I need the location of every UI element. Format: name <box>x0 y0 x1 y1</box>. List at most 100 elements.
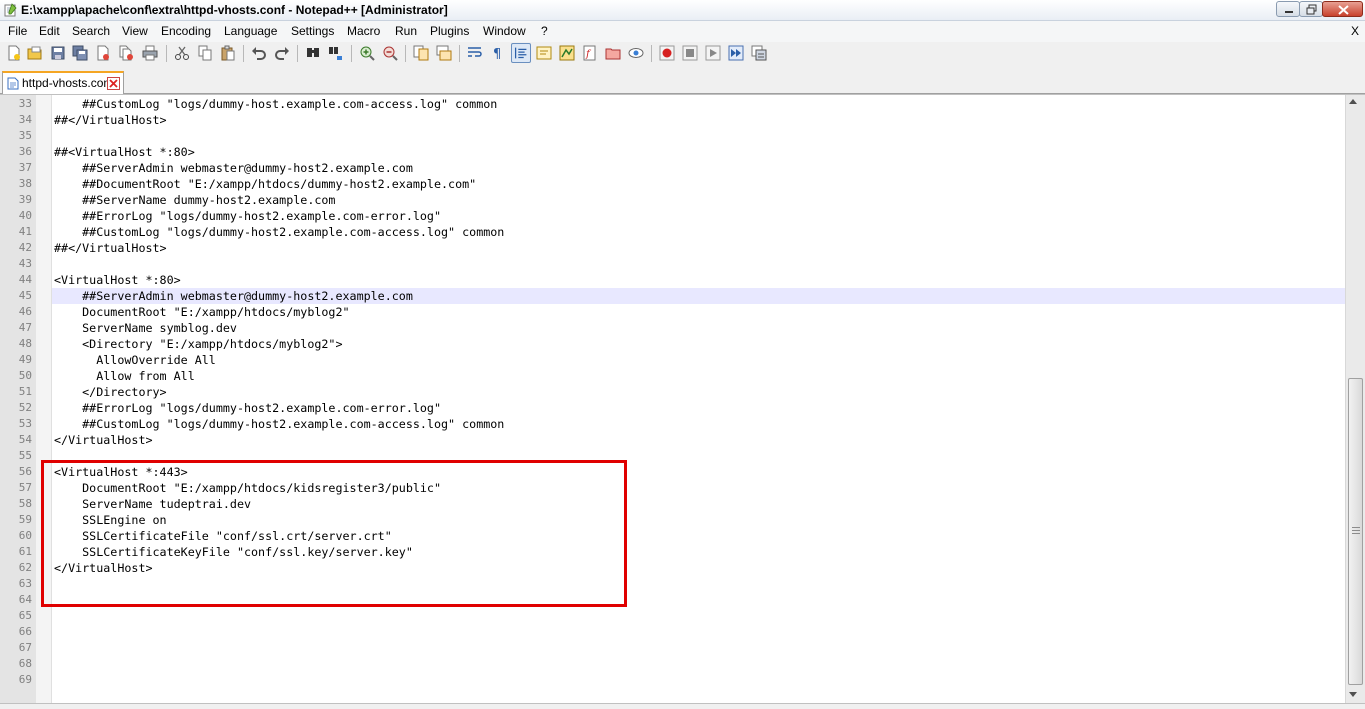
indent-guide-icon[interactable] <box>511 43 531 63</box>
line-number: 38 <box>18 177 32 190</box>
code-line[interactable]: ##ServerAdmin webmaster@dummy-host2.exam… <box>54 160 413 176</box>
code-line[interactable]: <VirtualHost *:80> <box>54 272 181 288</box>
line-number: 64 <box>18 593 32 606</box>
document-map-icon[interactable] <box>559 45 575 61</box>
show-all-characters-icon[interactable]: ¶ <box>490 45 506 61</box>
replace-icon[interactable] <box>328 45 344 61</box>
folder-as-workspace-icon[interactable] <box>605 45 621 61</box>
run-macro-multiple-icon[interactable] <box>728 45 744 61</box>
code-line[interactable]: ##ErrorLog "logs/dummy-host2.example.com… <box>54 400 441 416</box>
tab-label: httpd-vhosts.conf <box>22 76 114 90</box>
line-number: 67 <box>18 641 32 654</box>
print-icon[interactable] <box>142 45 158 61</box>
title-bar: E:\xampp\apache\conf\extra\httpd-vhosts.… <box>0 0 1365 21</box>
line-number: 66 <box>18 625 32 638</box>
function-list-icon[interactable]: f <box>582 45 598 61</box>
code-line[interactable]: ##</VirtualHost> <box>54 240 167 256</box>
close-all-icon[interactable] <box>118 45 134 61</box>
code-line[interactable]: </Directory> <box>54 384 166 400</box>
menu-edit[interactable]: Edit <box>39 24 60 38</box>
stop-recording-icon[interactable] <box>682 45 698 61</box>
vertical-scrollbar[interactable] <box>1345 95 1365 704</box>
monitoring-icon[interactable] <box>628 45 644 61</box>
close-window-button[interactable] <box>1322 1 1363 17</box>
code-line[interactable]: ##<VirtualHost *:80> <box>54 144 195 160</box>
code-line[interactable]: ServerName symblog.dev <box>54 320 237 336</box>
line-number: 54 <box>18 433 32 446</box>
menu-window[interactable]: Window <box>483 24 526 38</box>
tab-bar: httpd-vhosts.conf <box>0 65 1365 94</box>
code-line[interactable]: AllowOverride All <box>54 352 216 368</box>
menu-run[interactable]: Run <box>395 24 417 38</box>
code-line[interactable]: ##ServerName dummy-host2.example.com <box>54 192 335 208</box>
play-macro-icon[interactable] <box>705 45 721 61</box>
editor[interactable]: 33 34 35 36 37 38 39 40 41 42 43 44 45 46 47 48 49 50 51 52… <box>0 94 1365 704</box>
find-icon[interactable] <box>305 45 321 61</box>
line-number: 39 <box>18 193 32 206</box>
paste-icon[interactable] <box>220 45 236 61</box>
zoom-out-icon[interactable] <box>382 45 398 61</box>
code-line[interactable]: ##CustomLog "logs/dummy-host2.example.co… <box>54 224 504 240</box>
line-number: 61 <box>18 545 32 558</box>
code-line[interactable]: Allow from All <box>54 368 195 384</box>
restore-icon <box>1306 4 1317 15</box>
record-macro-icon[interactable] <box>659 45 675 61</box>
line-number: 52 <box>18 401 32 414</box>
save-macro-icon[interactable] <box>751 45 767 61</box>
menu-macro[interactable]: Macro <box>347 24 380 38</box>
tab-httpd-vhosts[interactable]: httpd-vhosts.conf <box>2 71 124 94</box>
maximize-button[interactable] <box>1299 1 1323 17</box>
cut-icon[interactable] <box>174 45 190 61</box>
fold-margin[interactable] <box>36 95 52 704</box>
menu-file[interactable]: File <box>8 24 27 38</box>
save-icon[interactable] <box>50 45 66 61</box>
scrollbar-thumb[interactable] <box>1348 378 1363 685</box>
menu-encoding[interactable]: Encoding <box>161 24 211 38</box>
line-number: 49 <box>18 353 32 366</box>
line-number: 35 <box>18 129 32 142</box>
code-line[interactable]: ##</VirtualHost> <box>54 112 167 128</box>
menu-search[interactable]: Search <box>72 24 110 38</box>
menu-settings[interactable]: Settings <box>291 24 334 38</box>
tab-close-icon[interactable] <box>107 77 120 90</box>
code-line[interactable]: </VirtualHost> <box>54 432 153 448</box>
word-wrap-icon[interactable] <box>467 45 483 61</box>
line-number: 44 <box>18 273 32 286</box>
menu-plugins[interactable]: Plugins <box>430 24 469 38</box>
copy-icon[interactable] <box>197 45 213 61</box>
code-line[interactable]: ##ErrorLog "logs/dummy-host2.example.com… <box>54 208 441 224</box>
line-number: 68 <box>18 657 32 670</box>
undo-icon[interactable] <box>251 45 267 61</box>
code-line[interactable]: ##CustomLog "logs/dummy-host.example.com… <box>54 96 497 112</box>
line-number: 34 <box>18 113 32 126</box>
zoom-in-icon[interactable] <box>359 45 375 61</box>
redo-icon[interactable] <box>274 45 290 61</box>
code-text-area[interactable]: ##CustomLog "logs/dummy-host.example.com… <box>52 95 1345 704</box>
close-document-button[interactable]: X <box>1351 24 1359 38</box>
line-number: 42 <box>18 241 32 254</box>
line-number: 41 <box>18 225 32 238</box>
line-number: 62 <box>18 561 32 574</box>
scroll-up-arrow-icon[interactable] <box>1349 99 1357 104</box>
close-file-icon[interactable] <box>95 45 111 61</box>
notepadpp-app-icon[interactable] <box>3 3 17 17</box>
menu-view[interactable]: View <box>122 24 148 38</box>
scroll-down-arrow-icon[interactable] <box>1349 692 1357 697</box>
user-defined-language-icon[interactable] <box>536 45 552 61</box>
minimize-button[interactable] <box>1276 1 1300 17</box>
sync-vertical-icon[interactable] <box>413 45 429 61</box>
line-number: 69 <box>18 673 32 686</box>
sync-horizontal-icon[interactable] <box>436 45 452 61</box>
menu-language[interactable]: Language <box>224 24 277 38</box>
save-all-icon[interactable] <box>72 45 88 61</box>
menu-help[interactable]: ? <box>541 24 548 38</box>
code-line[interactable]: <Directory "E:/xampp/htdocs/myblog2"> <box>54 336 342 352</box>
code-line[interactable]: ##DocumentRoot "E:/xampp/htdocs/dummy-ho… <box>54 176 476 192</box>
line-number: 47 <box>18 321 32 334</box>
toolbar-separator <box>243 45 244 62</box>
code-line[interactable]: ##CustomLog "logs/dummy-host2.example.co… <box>54 416 504 432</box>
code-line[interactable]: DocumentRoot "E:/xampp/htdocs/myblog2" <box>54 304 349 320</box>
new-file-icon[interactable] <box>6 45 22 61</box>
code-line[interactable]: ##ServerAdmin webmaster@dummy-host2.exam… <box>54 288 413 304</box>
open-file-icon[interactable] <box>27 45 43 61</box>
